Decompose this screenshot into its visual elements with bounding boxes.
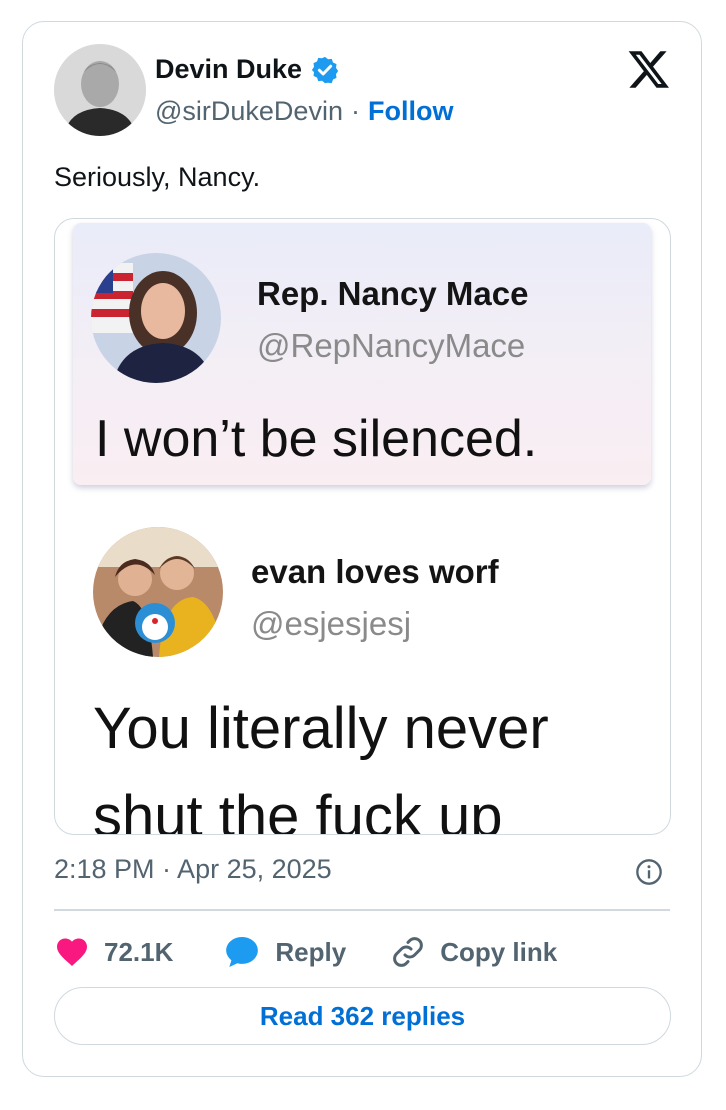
tweet-timestamp[interactable]: 2:18 PM · Apr 25, 2025	[54, 854, 332, 885]
read-replies-button[interactable]: Read 362 replies	[54, 987, 671, 1045]
verified-badge-icon	[311, 56, 339, 83]
like-button[interactable]: 72.1K	[54, 934, 173, 970]
tweet-text: Seriously, Nancy.	[54, 162, 261, 192]
follow-button[interactable]: Follow	[368, 96, 453, 127]
author-name[interactable]: Devin Duke	[155, 54, 302, 85]
embedded-tweet-card: Devin Duke @sirDukeDevin · Follow Seriou…	[22, 21, 702, 1077]
x-logo-icon[interactable]	[627, 47, 671, 91]
reply-button[interactable]: Reply	[223, 933, 346, 971]
evan-post-text: You literally never shut the fuck up	[93, 685, 549, 835]
like-count: 72.1K	[104, 936, 174, 967]
author-avatar[interactable]	[54, 44, 146, 136]
divider	[54, 909, 670, 911]
evan-handle: @esjesjesj	[251, 605, 412, 642]
info-icon[interactable]	[635, 858, 663, 886]
link-icon	[393, 937, 424, 967]
evan-name: evan loves worf	[251, 553, 499, 590]
separator-dot: ·	[350, 96, 360, 126]
evan-post-text-line2: shut the fuck up	[93, 784, 503, 835]
tweet-media-image[interactable]: Rep. Nancy Mace @RepNancyMace I won’t be…	[54, 218, 671, 835]
action-bar: 72.1K Reply Copy link	[54, 930, 557, 974]
evan-avatar	[93, 527, 223, 657]
copy-link-button[interactable]: Copy link	[390, 934, 557, 970]
author-handle[interactable]: @sirDukeDevin	[155, 96, 343, 127]
evan-post-text-line1: You literally never	[93, 696, 549, 761]
author-handle-row: @sirDukeDevin · Follow	[155, 96, 453, 127]
heart-icon	[57, 938, 87, 966]
nancy-name: Rep. Nancy Mace	[257, 275, 529, 312]
nancy-handle: @RepNancyMace	[257, 327, 526, 364]
reply-label: Reply	[275, 936, 347, 967]
nancy-post-text: I won’t be silenced.	[95, 410, 538, 468]
nancy-avatar	[91, 253, 221, 383]
copy-link-label: Copy link	[440, 936, 558, 967]
screenshot-post-evan: evan loves worf @esjesjesj You literally…	[55, 509, 670, 835]
author-name-row: Devin Duke	[155, 54, 340, 85]
screenshot-post-nancy: Rep. Nancy Mace @RepNancyMace I won’t be…	[73, 223, 651, 485]
speech-bubble-icon	[226, 936, 259, 968]
